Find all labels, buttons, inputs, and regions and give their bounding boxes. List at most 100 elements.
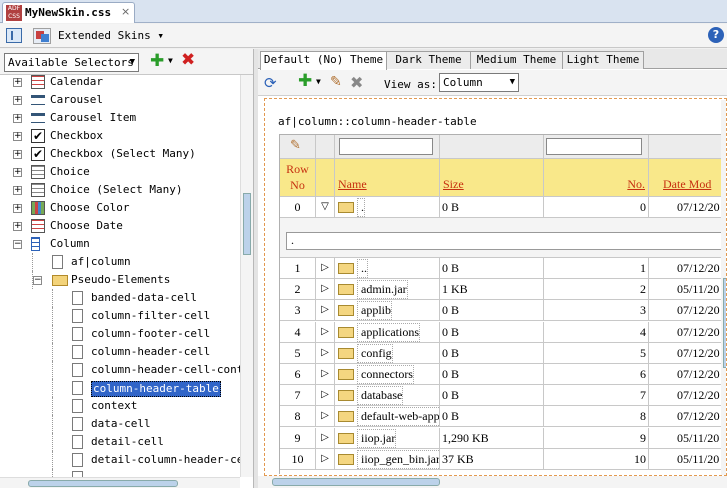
expand-toggle-icon[interactable]: −: [33, 276, 42, 285]
column-header: Name: [335, 159, 440, 197]
tree-horizontal-scrollbar[interactable]: [0, 477, 240, 488]
data-cell: .: [335, 197, 440, 218]
file-name[interactable]: admin.jar: [357, 280, 408, 300]
tree-node[interactable]: banded-data-cell: [0, 289, 240, 307]
theme-tab[interactable]: Light Theme: [562, 51, 644, 69]
tree-node[interactable]: + Carousel: [0, 91, 240, 109]
theme-tab[interactable]: Medium Theme: [470, 51, 563, 69]
tree-node[interactable]: [0, 469, 240, 477]
tree-node[interactable]: column-footer-cell: [0, 325, 240, 343]
file-name[interactable]: applications: [357, 322, 420, 342]
row-toggle-icon[interactable]: ▷: [316, 279, 335, 301]
expand-toggle-icon[interactable]: +: [13, 78, 22, 87]
data-cell: 0 B: [440, 197, 544, 218]
tree-node[interactable]: column-filter-cell: [0, 307, 240, 325]
filter-cell: [316, 135, 335, 159]
add-dropdown-arrow-icon[interactable]: ▼: [316, 77, 321, 86]
available-selectors-dropdown[interactable]: Available Selectors ▼: [4, 53, 139, 72]
tree-node[interactable]: data-cell: [0, 415, 240, 433]
row-toggle-icon[interactable]: ▷: [316, 342, 335, 364]
row-toggle-icon[interactable]: ▷: [316, 427, 335, 449]
delete-selector-icon[interactable]: ✖: [181, 52, 195, 69]
scrollbar-thumb[interactable]: [28, 480, 178, 487]
tree-node[interactable]: detail-cell: [0, 433, 240, 451]
page-icon: [72, 327, 83, 341]
file-name[interactable]: database: [357, 386, 404, 406]
expand-toggle-icon[interactable]: −: [13, 240, 22, 249]
tree-node[interactable]: + Calendar: [0, 75, 240, 91]
css-file-icon: ADF CSS: [6, 5, 22, 21]
tree-node[interactable]: column-header-cell-content: [0, 361, 240, 379]
expand-toggle-icon[interactable]: +: [13, 114, 22, 123]
expand-toggle-icon[interactable]: +: [13, 168, 22, 177]
row-toggle-icon[interactable]: ▷: [316, 385, 335, 407]
data-cell: admin.jar: [335, 279, 440, 301]
skin-icon[interactable]: [33, 28, 51, 44]
tree-node[interactable]: + Checkbox: [0, 127, 240, 145]
add-selector-icon[interactable]: ✚: [150, 53, 164, 70]
expand-toggle-icon[interactable]: +: [13, 222, 22, 231]
filter-input[interactable]: [546, 138, 642, 155]
path-field[interactable]: .: [286, 232, 726, 250]
row-toggle-icon[interactable]: ▷: [316, 364, 335, 385]
extended-skins-menu[interactable]: Extended Skins ▾: [58, 29, 164, 42]
tree-node[interactable]: − Column: [0, 235, 240, 253]
edit-brush-icon[interactable]: ✎: [290, 138, 301, 153]
expand-toggle-icon[interactable]: +: [13, 204, 22, 213]
tree-node[interactable]: + Choice: [0, 163, 240, 181]
edit-brush-icon[interactable]: ✎: [330, 74, 342, 90]
editor-tab-mynewskin[interactable]: ADF CSS MyNewSkin.css ×: [2, 2, 135, 23]
file-name[interactable]: applib: [357, 301, 392, 321]
row-toggle-icon[interactable]: ▽: [316, 197, 335, 218]
tree-node[interactable]: column-header-table: [0, 379, 240, 397]
close-tab-icon[interactable]: ×: [121, 5, 130, 18]
scrollbar-thumb[interactable]: [723, 278, 726, 368]
folder-icon: [338, 284, 354, 296]
refresh-icon[interactable]: ⟳: [264, 74, 277, 92]
file-name[interactable]: .: [357, 198, 365, 217]
tree-node[interactable]: + Choose Date: [0, 217, 240, 235]
scrollbar-thumb[interactable]: [272, 478, 440, 486]
expand-toggle-icon[interactable]: +: [13, 96, 22, 105]
file-name[interactable]: default-web-app: [357, 407, 439, 427]
tree-node[interactable]: column-header-cell: [0, 343, 240, 361]
row-toggle-icon[interactable]: ▷: [316, 448, 335, 470]
tree-node[interactable]: − Pseudo-Elements: [0, 271, 240, 289]
tree-node[interactable]: af|column: [0, 253, 240, 271]
view-as-dropdown[interactable]: Column ▼: [439, 73, 519, 92]
filter-input[interactable]: [339, 138, 433, 155]
file-name[interactable]: iiop_gen_bin.jar: [357, 449, 439, 469]
tree-node[interactable]: + Choose Color: [0, 199, 240, 217]
row-toggle-icon[interactable]: ▷: [316, 321, 335, 343]
preview-vertical-scrollbar[interactable]: [721, 100, 726, 475]
delete-icon[interactable]: ✖: [350, 73, 363, 92]
expand-toggle-icon[interactable]: +: [13, 132, 22, 141]
tree-node[interactable]: + Carousel Item: [0, 109, 240, 127]
tree-vertical-scrollbar[interactable]: [240, 75, 253, 477]
expand-toggle-icon[interactable]: +: [13, 150, 22, 159]
file-name[interactable]: ..: [357, 259, 368, 278]
add-property-icon[interactable]: ✚: [298, 73, 312, 90]
theme-tab[interactable]: Default (No) Theme: [260, 51, 387, 70]
tree-node[interactable]: detail-column-header-cell: [0, 451, 240, 469]
tree-node[interactable]: context: [0, 397, 240, 415]
file-name[interactable]: iiop.jar: [357, 428, 397, 448]
data-cell: 0 B: [440, 364, 544, 385]
tree-node[interactable]: + Checkbox (Select Many): [0, 145, 240, 163]
row-toggle-icon[interactable]: ▷: [316, 300, 335, 322]
expand-toggle-icon[interactable]: +: [13, 186, 22, 195]
toggle-panel-icon[interactable]: [6, 28, 22, 43]
add-dropdown-arrow-icon[interactable]: ▼: [168, 56, 173, 65]
theme-tab[interactable]: Dark Theme: [386, 51, 471, 69]
row-toggle-icon[interactable]: ▷: [316, 258, 335, 279]
scrollbar-thumb[interactable]: [243, 193, 251, 255]
help-icon[interactable]: ?: [708, 27, 724, 43]
data-cell: 0 B: [440, 342, 544, 364]
file-name[interactable]: config: [357, 343, 393, 363]
tree-node[interactable]: + Choice (Select Many): [0, 181, 240, 199]
tree-guide-line: [52, 469, 53, 477]
row-toggle-icon[interactable]: ▷: [316, 406, 335, 428]
check-icon: [31, 127, 45, 145]
preview-horizontal-scrollbar[interactable]: [258, 476, 727, 488]
file-name[interactable]: connectors: [357, 365, 414, 384]
